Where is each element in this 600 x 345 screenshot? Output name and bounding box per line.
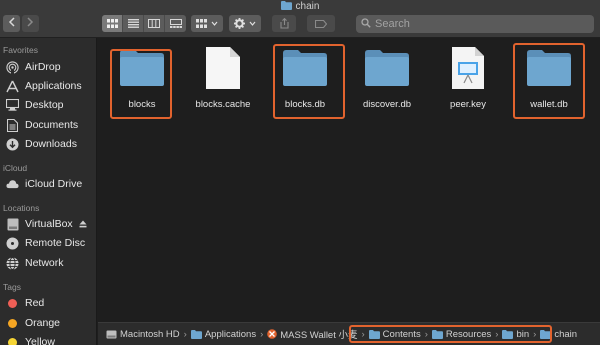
path-crumb-macintosh-hd[interactable]: Macintosh HD <box>106 329 180 340</box>
chevron-right-icon <box>27 17 34 30</box>
tag-icon <box>315 19 327 28</box>
app-icon <box>267 329 278 339</box>
eject-icon[interactable] <box>79 220 87 228</box>
sidebar-item-icloud-drive[interactable]: iCloud Drive <box>6 176 82 192</box>
list-view-button[interactable] <box>123 15 144 32</box>
sidebar-item-documents[interactable]: Documents <box>6 117 78 133</box>
sidebar-item-label: Documents <box>25 119 79 131</box>
folder-icon <box>190 329 202 339</box>
download-icon <box>6 138 19 151</box>
sidebar: Favorites AirDrop Applications Desktop D… <box>0 38 97 345</box>
sidebar-item-airdrop[interactable]: AirDrop <box>6 59 61 75</box>
sidebar-item-label: VirtualBox <box>25 218 73 230</box>
sidebar-item-label: Red <box>25 297 45 309</box>
sidebar-item-desktop[interactable]: Desktop <box>6 97 64 113</box>
toolbar: chain <box>0 0 600 38</box>
sidebar-item-virtualbox[interactable]: VirtualBox <box>6 216 87 232</box>
file-item-blocks-cache[interactable]: blocks.cache <box>181 45 265 118</box>
sidebar-item-downloads[interactable]: Downloads <box>6 136 77 152</box>
gallery-view-button[interactable] <box>165 15 186 32</box>
highlight-box-path <box>349 325 552 343</box>
highlight-box-wallet-db <box>513 43 585 119</box>
path-crumb-label: MASS Wallet 小麦 <box>280 330 358 341</box>
path-separator: › <box>183 328 187 340</box>
path-crumb-mass-wallet[interactable]: MASS Wallet 小麦 <box>267 327 358 341</box>
red-tag-dot-icon <box>8 298 17 308</box>
highlight-box-blocks-db <box>273 44 345 119</box>
folder-icon <box>363 46 411 90</box>
path-separator: › <box>260 328 264 340</box>
disc-icon <box>6 237 19 250</box>
file-name: peer.key <box>450 99 486 110</box>
file-name: discover.db <box>362 99 412 110</box>
path-crumb-applications[interactable]: Applications <box>190 328 257 340</box>
column-view-button[interactable] <box>144 15 165 32</box>
chevron-down-icon <box>249 21 256 26</box>
tags-heading: Tags <box>3 282 21 292</box>
list-icon <box>127 19 139 28</box>
file-browser: blocks blocks.cache blocks.db discover.d… <box>98 39 600 322</box>
forward-button[interactable] <box>22 15 39 32</box>
document-icon <box>199 46 247 90</box>
keynote-file-icon <box>444 46 492 90</box>
sidebar-item-label: Orange <box>25 317 61 329</box>
grid-icon <box>196 19 207 28</box>
applications-icon <box>6 80 19 93</box>
view-mode-control <box>102 15 186 32</box>
columns-icon <box>148 19 160 28</box>
sidebar-item-network[interactable]: Network <box>6 255 64 271</box>
chevron-left-icon <box>8 17 15 30</box>
sidebar-item-applications[interactable]: Applications <box>6 78 82 94</box>
cloud-icon <box>6 178 19 191</box>
file-item-peer-key[interactable]: peer.key <box>426 45 510 118</box>
airdrop-icon <box>6 60 19 74</box>
sidebar-item-label: Remote Disc <box>25 237 86 249</box>
hard-drive-icon <box>106 330 117 339</box>
orange-tag-dot-icon <box>8 318 17 328</box>
sidebar-item-tag-yellow[interactable]: Yellow <box>6 334 55 345</box>
icon-view-button[interactable] <box>102 15 123 32</box>
window-title-text: chain <box>295 1 320 12</box>
gear-icon <box>234 18 245 29</box>
chevron-down-icon <box>211 21 218 26</box>
sidebar-item-label: AirDrop <box>25 61 61 73</box>
sidebar-item-label: Downloads <box>25 138 77 150</box>
path-crumb-label: chain <box>554 328 578 340</box>
group-by-button[interactable] <box>191 15 223 32</box>
desktop-icon <box>6 99 19 112</box>
search-input[interactable] <box>375 18 575 30</box>
file-name: blocks.cache <box>195 99 251 110</box>
highlight-box-blocks <box>110 49 172 119</box>
file-item-discover-db[interactable]: discover.db <box>345 45 429 118</box>
folder-icon <box>280 1 292 13</box>
disk-icon <box>6 218 19 231</box>
document-icon <box>6 118 19 132</box>
path-crumb-label: Macintosh HD <box>120 328 180 340</box>
search-icon <box>361 15 371 33</box>
icloud-heading: iCloud <box>3 163 28 173</box>
sidebar-item-label: Desktop <box>25 99 64 111</box>
grid-icon <box>106 19 118 28</box>
share-button[interactable] <box>272 15 296 32</box>
share-icon <box>279 18 289 29</box>
sidebar-item-label: iCloud Drive <box>25 178 83 190</box>
action-menu-button[interactable] <box>229 15 261 32</box>
favorites-heading: Favorites <box>3 45 38 55</box>
sidebar-item-label: Yellow <box>25 336 55 345</box>
back-button[interactable] <box>3 15 20 32</box>
yellow-tag-dot-icon <box>8 337 17 345</box>
window-title: chain <box>0 1 600 13</box>
sidebar-item-tag-red[interactable]: Red <box>6 295 44 311</box>
sidebar-item-tag-orange[interactable]: Orange <box>6 315 60 331</box>
sidebar-item-remote-disc[interactable]: Remote Disc <box>6 235 85 251</box>
sidebar-item-label: Applications <box>25 80 82 92</box>
locations-heading: Locations <box>3 203 40 213</box>
sidebar-item-label: Network <box>25 257 64 269</box>
globe-icon <box>6 256 19 270</box>
gallery-icon <box>169 19 182 28</box>
search-field[interactable] <box>356 15 594 33</box>
tags-button[interactable] <box>307 15 335 32</box>
path-crumb-label: Applications <box>204 328 257 340</box>
finder-window: chain Search Favorites AirDrop Applicati… <box>0 0 600 345</box>
